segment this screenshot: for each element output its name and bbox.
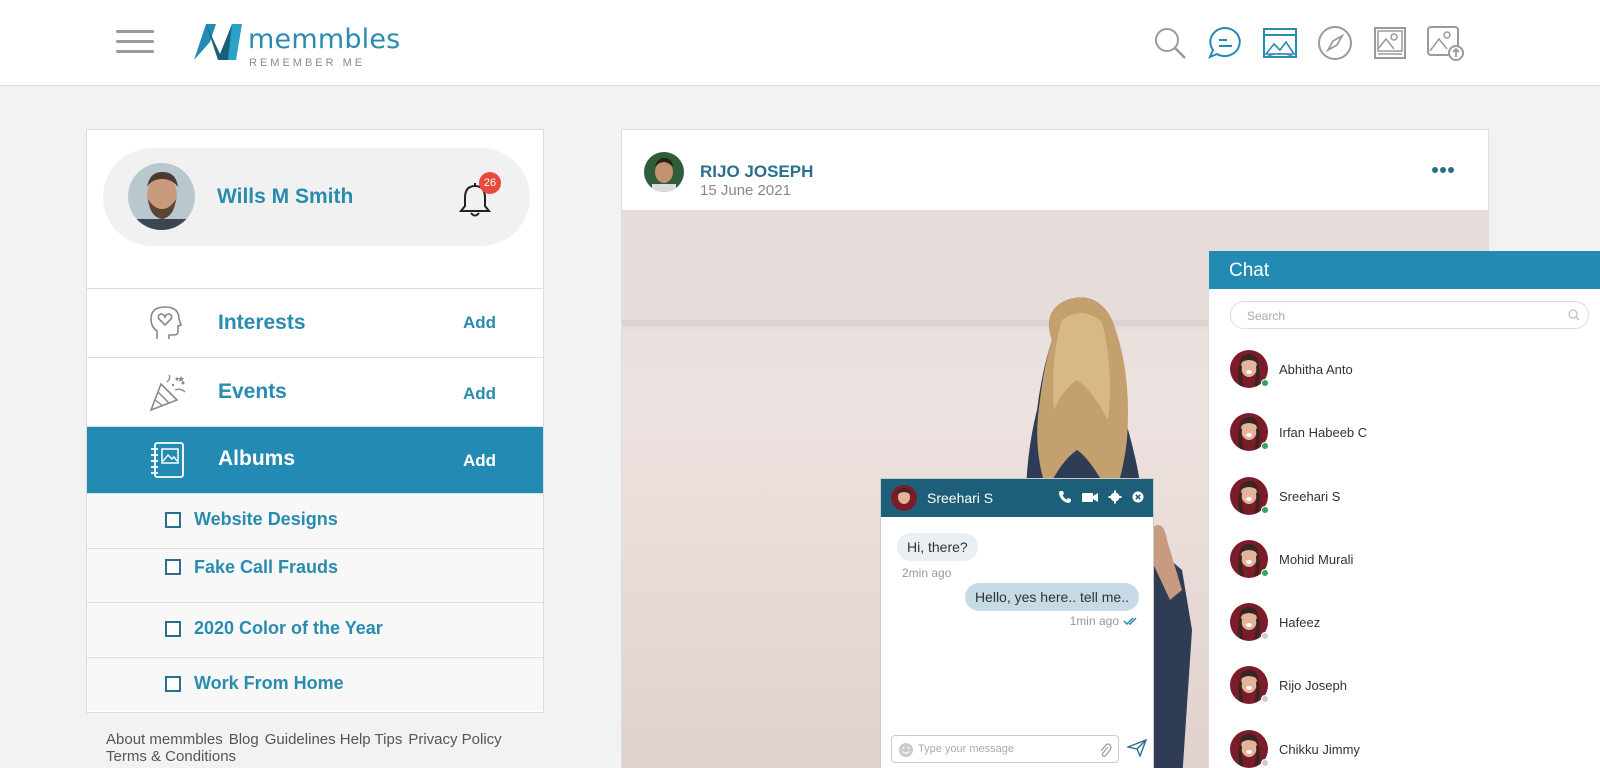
- presence-status-dot: [1261, 442, 1269, 450]
- video-camera-icon[interactable]: [1081, 490, 1099, 504]
- album-label: Work From Home: [194, 673, 344, 693]
- post-date: 15 June 2021: [700, 182, 791, 199]
- profile-sidebar: Wills M Smith 26 Interests Add Events Ad…: [86, 129, 544, 713]
- profile-name[interactable]: Wills M Smith: [217, 185, 353, 209]
- menu-item-interests[interactable]: Interests Add: [87, 288, 543, 357]
- presence-status-dot: [1261, 759, 1269, 767]
- chat-contact-item[interactable]: Abhitha Anto: [1230, 350, 1590, 394]
- interests-add-button[interactable]: Add: [463, 313, 496, 333]
- presence-status-dot: [1261, 506, 1269, 514]
- photo-album-icon[interactable]: [1362, 22, 1417, 64]
- chat-contact-avatar: [891, 485, 917, 511]
- memmbles-logo[interactable]: memmbles REMEMBER ME: [192, 22, 400, 69]
- footer-link-guidelines[interactable]: Guidelines Help Tips: [265, 731, 403, 748]
- menu-label-albums: Albums: [218, 447, 296, 470]
- footer-link-about[interactable]: About memmbles: [106, 731, 223, 748]
- profile-summary: Wills M Smith 26: [103, 148, 530, 246]
- logo-mark-icon: [194, 24, 242, 60]
- post-author-name[interactable]: RIJO JOSEPH: [700, 162, 813, 182]
- post-author-avatar[interactable]: [644, 152, 684, 192]
- chat-search-input[interactable]: [1247, 307, 1557, 325]
- footer-links: About memmbles Blog Guidelines Help Tips Pr…: [106, 731, 546, 765]
- contact-name: Mohid Murali: [1279, 552, 1354, 567]
- read-receipt-icon: [1123, 617, 1137, 626]
- albums-add-button[interactable]: Add: [463, 451, 496, 471]
- phone-icon[interactable]: [1058, 490, 1072, 504]
- notification-count-badge: 26: [479, 172, 501, 194]
- chat-window-tools: [1058, 490, 1145, 504]
- presence-status-dot: [1261, 569, 1269, 577]
- chat-contact-item[interactable]: Chikku Jimmy: [1230, 730, 1590, 768]
- chat-contact-item[interactable]: Mohid Murali: [1230, 540, 1590, 584]
- emoji-icon[interactable]: [898, 742, 914, 758]
- message-input[interactable]: [918, 740, 1090, 758]
- album-label: Website Designs: [194, 509, 338, 529]
- album-item[interactable]: 2020 Color of the Year: [87, 602, 543, 656]
- menu-label-events: Events: [218, 380, 287, 403]
- chat-contact-item[interactable]: Hafeez: [1230, 603, 1590, 647]
- chat-search-box: [1230, 301, 1589, 329]
- message-input-box: [891, 735, 1119, 763]
- head-heart-icon: [150, 306, 183, 339]
- chat-bubble-icon[interactable]: [1197, 22, 1252, 64]
- album-item[interactable]: Website Designs: [87, 493, 543, 547]
- outgoing-message-time: 1min ago: [1069, 614, 1119, 628]
- post-more-options-icon[interactable]: [1432, 160, 1466, 180]
- logo-name: memmbles: [248, 24, 401, 55]
- chat-contacts-panel: Chat Abhitha Anto Irfan Habeeb C Sreehari …: [1208, 251, 1600, 768]
- contact-name: Chikku Jimmy: [1279, 742, 1360, 757]
- incoming-message: Hi, there?: [897, 533, 978, 561]
- events-add-button[interactable]: Add: [463, 384, 496, 404]
- chat-contact-name: Sreehari S: [927, 490, 994, 506]
- chat-contact-item[interactable]: Irfan Habeeb C: [1230, 413, 1590, 457]
- profile-avatar[interactable]: [128, 163, 195, 230]
- header-icon-group: [1142, 22, 1472, 64]
- album-book-icon: [151, 442, 184, 478]
- attachment-icon[interactable]: [1098, 742, 1112, 758]
- logo-tagline: REMEMBER ME: [249, 57, 366, 69]
- top-navigation-bar: memmbles REMEMBER ME: [0, 0, 1600, 86]
- menu-item-events[interactable]: Events Add: [87, 357, 543, 426]
- album-checkbox[interactable]: [165, 621, 181, 637]
- chat-contact-item[interactable]: Sreehari S: [1230, 477, 1590, 521]
- presence-status-dot: [1261, 379, 1269, 387]
- album-checkbox[interactable]: [165, 559, 181, 575]
- footer-link-privacy[interactable]: Privacy Policy: [408, 731, 501, 748]
- chat-panel-title: Chat: [1229, 260, 1270, 281]
- contact-name: Abhitha Anto: [1279, 362, 1353, 377]
- contact-name: Irfan Habeeb C: [1279, 425, 1368, 440]
- contact-name: Rijo Joseph: [1279, 678, 1347, 693]
- album-item[interactable]: Work From Home: [87, 657, 543, 711]
- footer-link-terms[interactable]: Terms & Conditions: [106, 748, 236, 765]
- album-label: 2020 Color of the Year: [194, 618, 383, 638]
- album-checkbox[interactable]: [165, 676, 181, 692]
- chat-window-header: Sreehari S: [881, 479, 1153, 517]
- close-icon[interactable]: [1131, 490, 1145, 504]
- footer-link-blog[interactable]: Blog: [229, 731, 259, 748]
- contact-name: Hafeez: [1279, 615, 1321, 630]
- outgoing-message: Hello, yes here.. tell me..: [964, 583, 1139, 611]
- gallery-icon[interactable]: [1252, 22, 1307, 64]
- album-label: Fake Call Frauds: [194, 557, 339, 577]
- send-icon[interactable]: [1127, 739, 1147, 757]
- notification-bell-icon[interactable]: 26: [458, 172, 501, 218]
- search-icon[interactable]: [1568, 309, 1580, 321]
- contact-name: Sreehari S: [1279, 489, 1341, 504]
- search-icon[interactable]: [1142, 22, 1197, 64]
- album-item[interactable]: Fake Call Frauds: [87, 548, 543, 602]
- presence-status-dot: [1261, 695, 1269, 703]
- chat-conversation-window: Sreehari S Hi, there? 2min ago Hello, ye…: [880, 478, 1154, 768]
- party-popper-icon: [149, 374, 186, 412]
- settings-gear-icon[interactable]: [1108, 490, 1122, 504]
- album-checkbox[interactable]: [165, 512, 181, 528]
- compass-icon[interactable]: [1307, 22, 1362, 64]
- upload-photo-icon[interactable]: [1417, 22, 1472, 64]
- chat-panel-header[interactable]: Chat: [1209, 251, 1600, 289]
- chat-contact-item[interactable]: Rijo Joseph: [1230, 666, 1590, 710]
- menu-label-interests: Interests: [218, 311, 306, 334]
- incoming-message-time: 2min ago: [902, 566, 952, 580]
- menu-item-albums[interactable]: Albums Add: [87, 426, 543, 493]
- presence-status-dot: [1261, 632, 1269, 640]
- hamburger-menu-icon[interactable]: [116, 30, 154, 58]
